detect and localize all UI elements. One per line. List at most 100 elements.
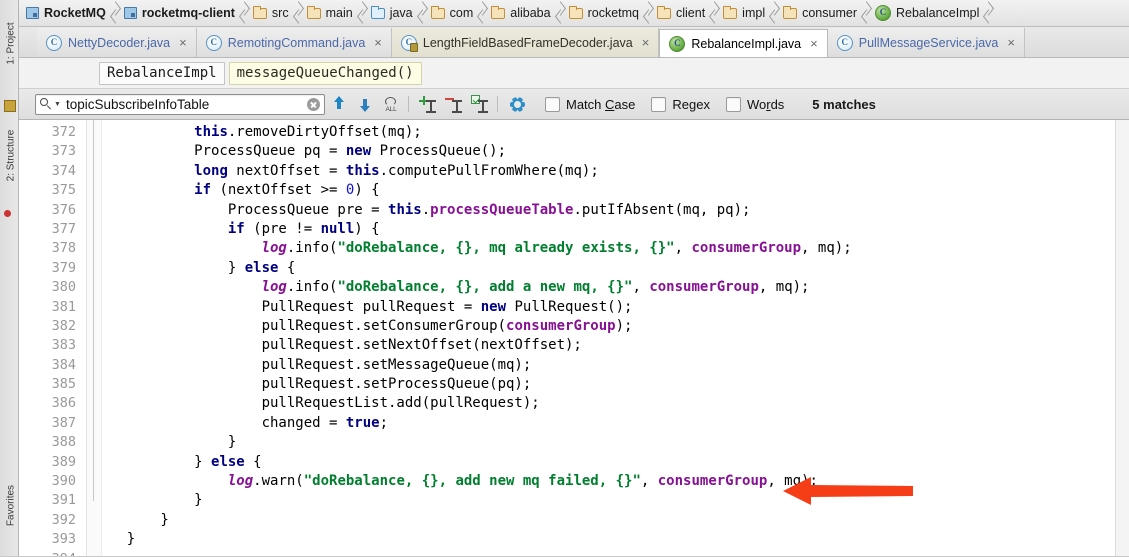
- search-input[interactable]: ▼ topicSubscribeInfoTable: [35, 93, 325, 115]
- line-number: 383: [51, 337, 76, 354]
- add-selection-button[interactable]: [416, 93, 440, 115]
- tool-window-button-project[interactable]: 1: Project: [6, 9, 17, 79]
- method-breadcrumb-method[interactable]: messageQueueChanged(): [228, 61, 422, 85]
- checkbox-box[interactable]: [725, 96, 741, 112]
- breadcrumb-item-rocketmq[interactable]: rocketmq: [564, 0, 643, 26]
- close-icon[interactable]: ×: [374, 36, 382, 49]
- lock-icon: [409, 42, 418, 52]
- breadcrumb-item-client[interactable]: client: [652, 0, 709, 26]
- code-line[interactable]: if (nextOffset >= 0) {: [87, 181, 1129, 200]
- folder-icon: [491, 5, 506, 19]
- editor-tab-lengthfieldbasedframedecoder[interactable]: LengthFieldBasedFrameDecoder.java ×: [391, 28, 660, 57]
- find-previous-button[interactable]: [327, 93, 351, 115]
- breadcrumb-item-consumer[interactable]: consumer: [778, 0, 861, 26]
- code-token: ) {: [354, 182, 380, 199]
- close-icon[interactable]: ×: [642, 36, 650, 49]
- checkbox-match-case[interactable]: Match Case: [545, 96, 635, 112]
- tool-window-button-favorites[interactable]: Favorites: [6, 471, 17, 541]
- code-area[interactable]: this.removeDirtyOffset(mq); ProcessQueue…: [87, 120, 1129, 557]
- line-number: 382: [51, 317, 76, 334]
- code-token: changed =: [93, 414, 346, 431]
- find-next-button[interactable]: [353, 93, 377, 115]
- method-breadcrumb-class[interactable]: RebalanceImpl: [99, 61, 225, 85]
- close-icon[interactable]: ×: [179, 36, 187, 49]
- breadcrumb-item-rocketmq-client[interactable]: rocketmq-client: [119, 0, 239, 26]
- code-line[interactable]: pullRequest.setMessageQueue(mq);: [87, 356, 1129, 375]
- tool-window-button-structure[interactable]: 2: Structure: [6, 121, 17, 191]
- breadcrumb-separator-icon: [477, 0, 486, 26]
- toggle-selection-button[interactable]: [468, 93, 492, 115]
- breadcrumb-item-label: main: [325, 6, 353, 20]
- code-token: .info(: [286, 240, 338, 257]
- breadcrumb-item-src[interactable]: src: [248, 0, 293, 26]
- code-line[interactable]: } else {: [87, 453, 1129, 472]
- code-line[interactable]: this.removeDirtyOffset(mq);: [87, 123, 1129, 142]
- breadcrumb-item-java[interactable]: java: [366, 0, 417, 26]
- code-token: ;: [379, 414, 389, 431]
- editor-tab-pullmessageservice[interactable]: PullMessageService.java ×: [827, 28, 1025, 57]
- checkbox-regex[interactable]: Regex: [651, 96, 710, 112]
- code-line[interactable]: log.info("doRebalance, {}, add a new mq,…: [87, 278, 1129, 297]
- line-number: 374: [51, 162, 76, 179]
- close-icon[interactable]: ×: [1007, 36, 1015, 49]
- find-settings-button[interactable]: [505, 93, 529, 115]
- code-line[interactable]: changed = true;: [87, 414, 1129, 433]
- folder-blue-icon: [370, 5, 385, 19]
- code-line[interactable]: }: [87, 530, 1129, 549]
- select-all-occurrences-button[interactable]: ALL: [379, 93, 403, 115]
- code-line[interactable]: }: [87, 511, 1129, 530]
- checkbox-box[interactable]: [651, 96, 667, 112]
- editor-tab-nettydecoder[interactable]: NettyDecoder.java ×: [37, 28, 197, 57]
- code-token: ProcessQueue pq =: [93, 143, 346, 160]
- code-line[interactable]: }: [87, 433, 1129, 452]
- breadcrumb-item-main[interactable]: main: [302, 0, 357, 26]
- code-editor[interactable]: 372 373 374 375 376 377 378 379 380 381 382 383 384 3…: [19, 120, 1129, 557]
- code-line[interactable]: log.info("doRebalance, {}, mq already ex…: [87, 239, 1129, 258]
- code-token: }: [93, 434, 237, 451]
- code-line[interactable]: pullRequestList.add(pullRequest);: [87, 394, 1129, 413]
- breadcrumb-separator-icon: [293, 0, 302, 26]
- code-line[interactable]: }: [87, 491, 1129, 510]
- breadcrumb-item-rebalanceimpl[interactable]: RebalanceImpl: [870, 0, 983, 26]
- code-line[interactable]: if (pre != null) {: [87, 220, 1129, 239]
- code-token: );: [615, 317, 633, 334]
- checkbox-words[interactable]: Words: [725, 96, 784, 112]
- code-token: pullRequestList.add(pullRequest);: [93, 395, 540, 412]
- search-input-value: topicSubscribeInfoTable: [65, 96, 210, 112]
- java-class-icon: [205, 34, 222, 51]
- code-folding-column[interactable]: [87, 120, 102, 557]
- line-number-gutter: 372 373 374 375 376 377 378 379 380 381 382 383 384 3…: [19, 120, 87, 557]
- breadcrumb-item-alibaba[interactable]: alibaba: [486, 0, 554, 26]
- code-token: ) {: [354, 220, 380, 237]
- module-icon: [4, 100, 16, 112]
- breadcrumb-separator-icon: [555, 0, 564, 26]
- code-line[interactable]: log.warn("doRebalance, {}, add new mq fa…: [87, 472, 1129, 491]
- breadcrumb-item-rocketmq[interactable]: RocketMQ: [21, 0, 110, 26]
- editor-tab-remotingcommand[interactable]: RemotingCommand.java ×: [196, 28, 392, 57]
- select-all-occurrences-icon: ALL: [383, 96, 399, 113]
- chevron-down-icon[interactable]: ▼: [54, 101, 61, 108]
- editor-tab-rebalanceimpl[interactable]: RebalanceImpl.java ×: [659, 29, 828, 57]
- code-line[interactable]: ProcessQueue pq = new ProcessQueue();: [87, 142, 1129, 161]
- close-icon[interactable]: ×: [810, 37, 818, 50]
- code-line[interactable]: pullRequest.setNextOffset(nextOffset);: [87, 336, 1129, 355]
- code-token: log: [227, 473, 254, 490]
- code-token: {: [244, 453, 262, 470]
- breadcrumb-item-impl[interactable]: impl: [718, 0, 769, 26]
- breadcrumb-separator-icon: [110, 0, 119, 26]
- code-line[interactable]: long nextOffset = this.computePullFromWh…: [87, 162, 1129, 181]
- editor-scrollbar[interactable]: [1115, 120, 1129, 557]
- line-number: 376: [51, 201, 76, 218]
- remove-selection-button[interactable]: [442, 93, 466, 115]
- breadcrumb-item-com[interactable]: com: [426, 0, 478, 26]
- clear-icon[interactable]: [307, 97, 320, 111]
- checkbox-box[interactable]: [545, 96, 560, 112]
- code-line[interactable]: PullRequest pullRequest = new PullReques…: [87, 298, 1129, 317]
- code-line[interactable]: pullRequest.setProcessQueue(pq);: [87, 375, 1129, 394]
- code-line[interactable]: } else {: [87, 259, 1129, 278]
- editor-tab-label: RemotingCommand.java: [227, 35, 366, 50]
- code-line[interactable]: ProcessQueue pre = this.processQueueTabl…: [87, 201, 1129, 220]
- code-line[interactable]: pullRequest.setConsumerGroup(consumerGro…: [87, 317, 1129, 336]
